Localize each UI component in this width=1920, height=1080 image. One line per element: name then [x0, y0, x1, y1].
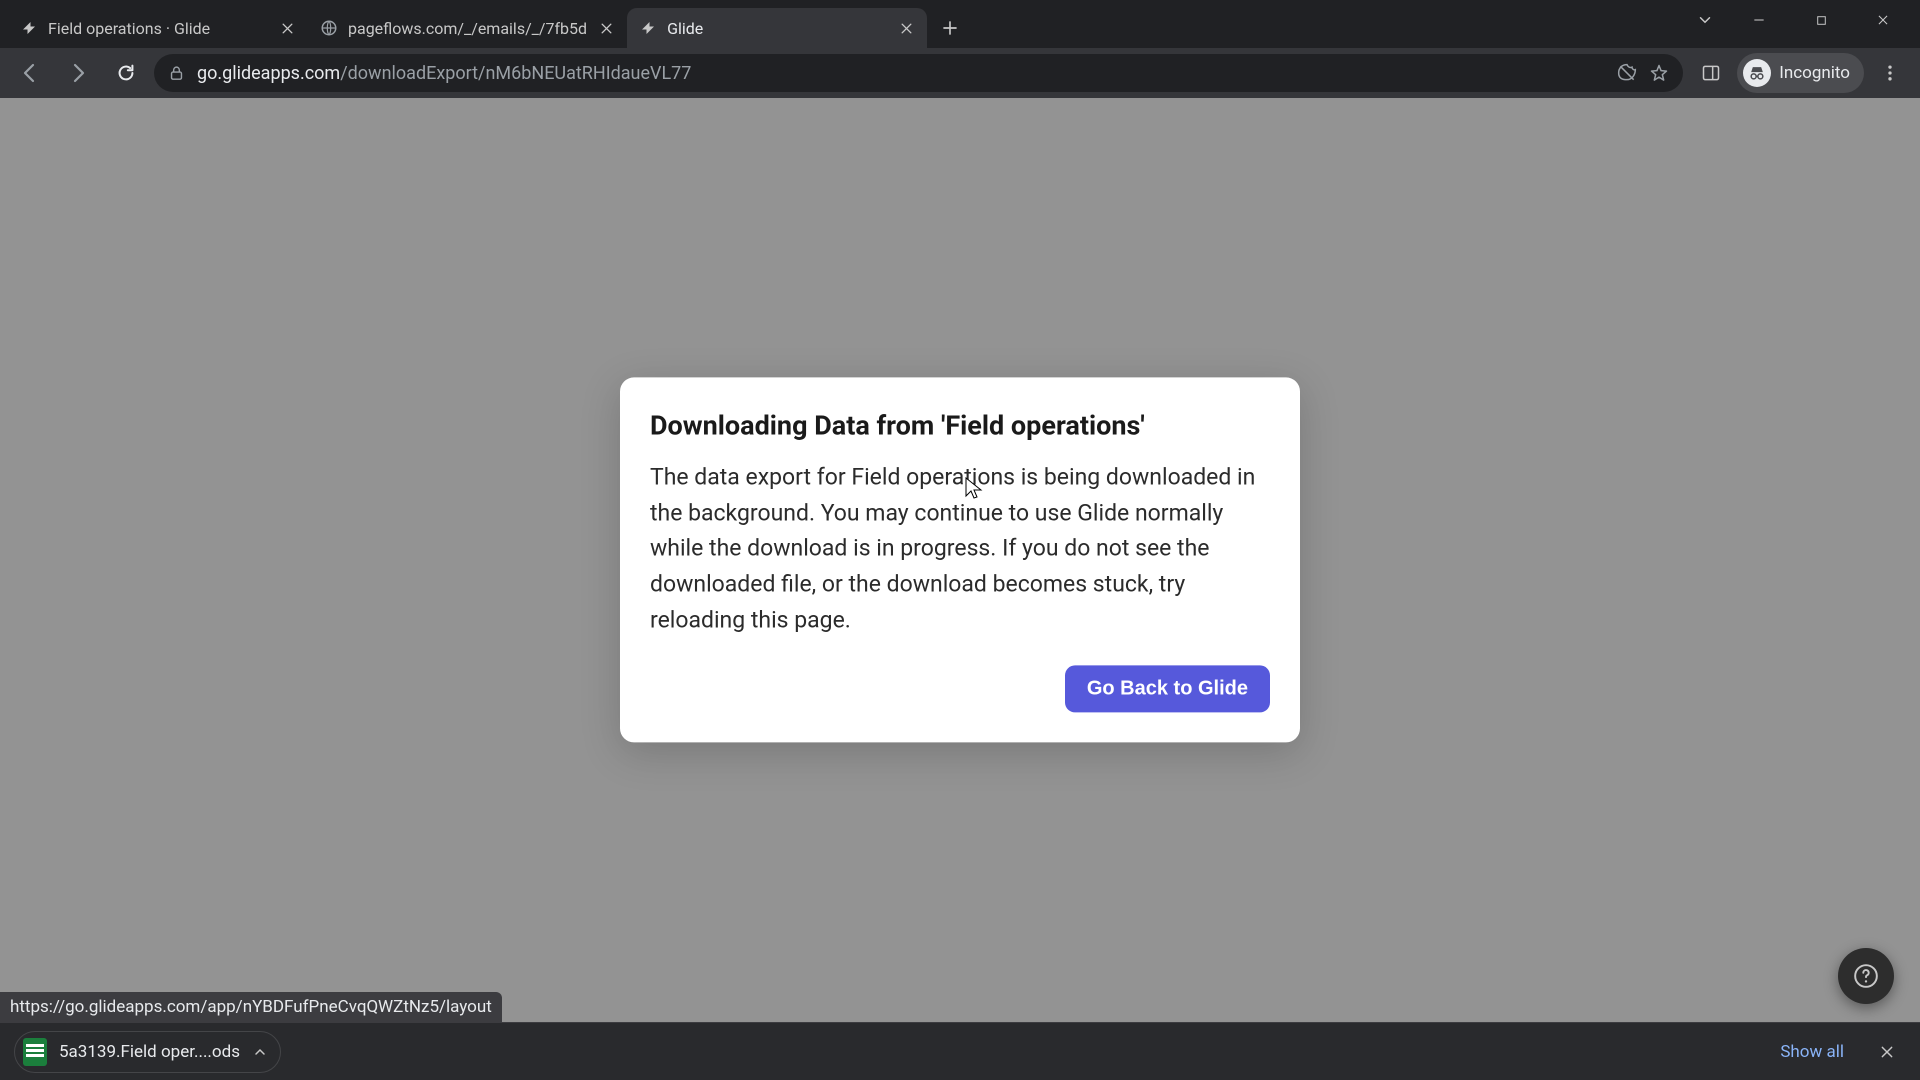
page-content: Downloading Data from 'Field operations'…	[0, 98, 1920, 1022]
kebab-menu-icon[interactable]	[1870, 53, 1910, 93]
new-tab-button[interactable]	[933, 11, 967, 45]
side-panel-icon[interactable]	[1691, 53, 1731, 93]
browser-titlebar: Field operations · Glide pageflows.com/_…	[0, 0, 1920, 48]
close-shelf-button[interactable]	[1868, 1033, 1906, 1071]
download-shelf: 5a3139.Field oper....ods Show all	[0, 1022, 1920, 1080]
close-icon[interactable]	[897, 19, 915, 37]
tab-pageflows[interactable]: pageflows.com/_/emails/_/7fb5d	[308, 8, 627, 48]
close-icon[interactable]	[597, 19, 615, 37]
toolbar-right: Incognito	[1691, 53, 1910, 93]
chevron-up-icon[interactable]	[252, 1044, 268, 1060]
modal-body: The data export for Field operations is …	[650, 459, 1270, 637]
browser-toolbar: go.glideapps.com/downloadExport/nM6bNEUa…	[0, 48, 1920, 98]
incognito-icon	[1743, 59, 1771, 87]
modal-actions: Go Back to Glide	[650, 666, 1270, 713]
incognito-label: Incognito	[1779, 63, 1850, 83]
tab-label: Glide	[667, 19, 887, 38]
tab-label: pageflows.com/_/emails/_/7fb5d	[348, 19, 587, 38]
window-close-button[interactable]	[1852, 0, 1914, 40]
close-icon[interactable]	[278, 19, 296, 37]
glide-favicon-icon	[639, 19, 657, 37]
tab-strip: Field operations · Glide pageflows.com/_…	[8, 0, 967, 48]
status-bar-link: https://go.glideapps.com/app/nYBDFufPneC…	[0, 992, 502, 1022]
url-text: go.glideapps.com/downloadExport/nM6bNEUa…	[197, 63, 1605, 84]
tab-label: Field operations · Glide	[48, 19, 268, 38]
window-controls	[1682, 0, 1914, 40]
bookmark-icon[interactable]	[1649, 63, 1669, 83]
reload-button[interactable]	[106, 53, 146, 93]
globe-favicon-icon	[320, 19, 338, 37]
back-button[interactable]	[10, 53, 50, 93]
tab-glide-active[interactable]: Glide	[627, 8, 927, 48]
forward-button[interactable]	[58, 53, 98, 93]
spreadsheet-file-icon	[23, 1038, 47, 1066]
tab-field-operations[interactable]: Field operations · Glide	[8, 8, 308, 48]
maximize-button[interactable]	[1790, 0, 1852, 40]
show-all-downloads[interactable]: Show all	[1770, 1036, 1854, 1068]
lock-icon[interactable]	[168, 65, 185, 82]
help-button[interactable]	[1838, 948, 1894, 1004]
incognito-indicator[interactable]: Incognito	[1737, 53, 1864, 93]
address-bar[interactable]: go.glideapps.com/downloadExport/nM6bNEUa…	[154, 54, 1683, 92]
modal-title: Downloading Data from 'Field operations'	[650, 409, 1270, 441]
glide-favicon-icon	[20, 19, 38, 37]
tab-search-button[interactable]	[1682, 0, 1728, 40]
download-filename: 5a3139.Field oper....ods	[59, 1042, 240, 1062]
minimize-button[interactable]	[1728, 0, 1790, 40]
download-item[interactable]: 5a3139.Field oper....ods	[14, 1031, 281, 1073]
download-modal: Downloading Data from 'Field operations'…	[620, 377, 1300, 742]
cookies-blocked-icon[interactable]	[1617, 63, 1637, 83]
go-back-button[interactable]: Go Back to Glide	[1065, 666, 1270, 713]
